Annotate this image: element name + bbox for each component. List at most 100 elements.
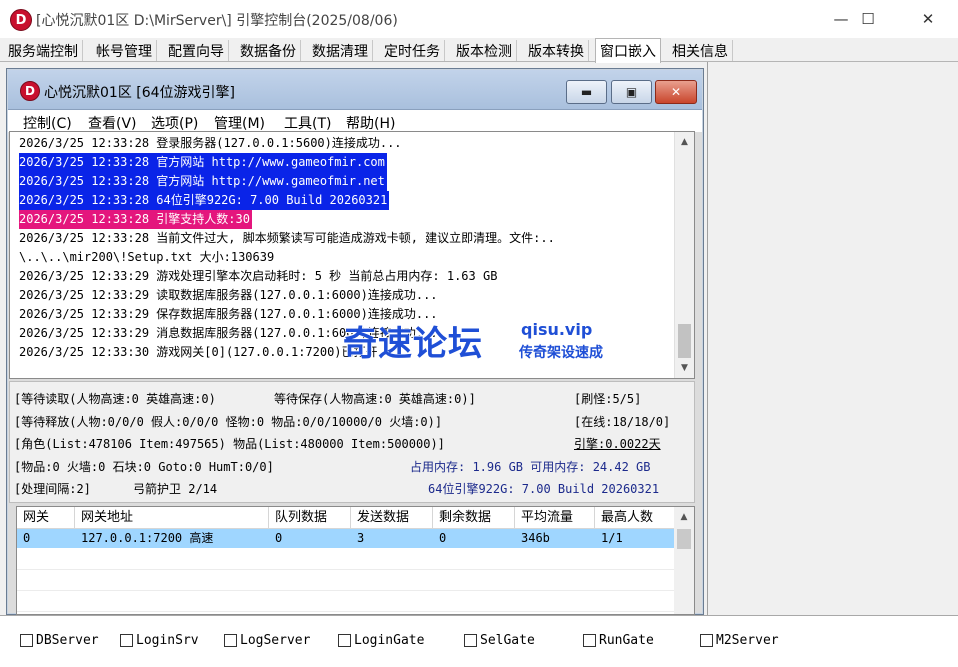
tab-window-embed[interactable]: 窗口嵌入: [595, 38, 661, 63]
status-engine-uptime[interactable]: 引擎:0.0022天: [574, 435, 661, 452]
table-header: 网关 网关地址 队列数据 发送数据 剩余数据 平均流量 最高人数: [17, 507, 677, 529]
status-release: [等待释放(人物:0/0/0 假人:0/0/0 怪物:0 物品:0/0/1000…: [14, 415, 443, 429]
checkbox-icon[interactable]: [20, 634, 33, 647]
log-line: 2026/3/25 12:33:28 引擎支持人数:30: [19, 210, 252, 229]
engine-maximize-button[interactable]: ▣: [611, 80, 652, 104]
tab-version-check[interactable]: 版本检测: [452, 40, 517, 61]
menu-tools[interactable]: 工具(T): [284, 113, 331, 133]
column-header[interactable]: 剩余数据: [433, 507, 515, 528]
minimize-icon: ▬: [580, 85, 593, 99]
log-scroll-thumb[interactable]: [678, 324, 691, 358]
status-interval: [处理间隔:2]: [14, 482, 91, 496]
status-refresh: [刷怪:5/5]: [574, 392, 642, 406]
checkbox-icon[interactable]: [224, 634, 237, 647]
log-line: 2026/3/25 12:33:28 官方网站 http://www.gameo…: [19, 153, 387, 172]
log-line: 2026/3/25 12:33:29 游戏处理引擎本次启动耗时: 5 秒 当前总…: [19, 269, 498, 283]
checkbox-label: LoginSrv: [136, 633, 199, 648]
status-panel: [等待读取(人物高速:0 英雄高速:0) 等待保存(人物高速:0 英雄高速:0)…: [9, 381, 695, 503]
status-role-list: [角色(List:478106 Item:497565) 物品(List:480…: [14, 437, 445, 451]
app-logo-icon: D: [10, 9, 32, 31]
engine-minimize-button[interactable]: ▬: [566, 80, 607, 104]
column-header[interactable]: 平均流量: [515, 507, 595, 528]
engine-logo-icon: D: [20, 81, 40, 101]
scroll-down-icon[interactable]: ▼: [675, 359, 694, 377]
log-line: \..\..\mir200\!Setup.txt 大小:130639: [19, 250, 275, 264]
window-title: [心悦沉默01区 D:\MirServer\] 引擎控制台(2025/08/06…: [36, 13, 398, 29]
engine-menu-bar: 控制(C) 查看(V) 选项(P) 管理(M) 工具(T) 帮助(H): [8, 110, 702, 132]
menu-control[interactable]: 控制(C): [23, 113, 72, 133]
table-gridline: [17, 590, 674, 591]
checkbox-label: LogServer: [240, 633, 311, 648]
title-bar: D [心悦沉默01区 D:\MirServer\] 引擎控制台(2025/08/…: [0, 0, 958, 38]
column-header[interactable]: 最高人数: [595, 507, 677, 528]
table-cell: 0: [275, 531, 283, 545]
column-header[interactable]: 网关: [17, 507, 75, 528]
rungate-checkbox[interactable]: RunGate: [583, 633, 654, 648]
loginsrv-checkbox[interactable]: LoginSrv: [120, 633, 199, 648]
scroll-up-icon[interactable]: ▲: [674, 509, 694, 525]
menu-view[interactable]: 查看(V): [88, 113, 137, 133]
checkbox-icon[interactable]: [583, 634, 596, 647]
menu-help[interactable]: 帮助(H): [346, 113, 395, 133]
log-line: 2026/3/25 12:33:28 登录服务器(127.0.0.1:5600)…: [19, 136, 402, 150]
scroll-up-icon[interactable]: ▲: [675, 133, 694, 151]
log-line: 2026/3/25 12:33:28 官方网站 http://www.gameo…: [19, 172, 387, 191]
table-cell: 346b: [521, 531, 550, 545]
column-header[interactable]: 发送数据: [351, 507, 433, 528]
log-line: 2026/3/25 12:33:28 64位引擎922G: 7.00 Build…: [19, 191, 390, 210]
gateway-table[interactable]: 网关 网关地址 队列数据 发送数据 剩余数据 平均流量 最高人数 0 127.0…: [16, 506, 695, 615]
checkbox-label: LoginGate: [354, 633, 425, 648]
menu-options[interactable]: 选项(P): [151, 113, 198, 133]
checkbox-label: DBServer: [36, 633, 99, 648]
selgate-checkbox[interactable]: SelGate: [464, 633, 535, 648]
table-row[interactable]: 0 127.0.0.1:7200 高速 0 3 0 346b 1/1: [17, 529, 674, 548]
service-bar: DBServer LoginSrv LogServer LoginGate Se…: [0, 615, 958, 667]
tab-related-info[interactable]: 相关信息: [668, 40, 733, 61]
column-header[interactable]: 队列数据: [269, 507, 351, 528]
status-wait-save: 等待保存(人物高速:0 英雄高速:0)]: [274, 392, 476, 406]
table-gridline: [17, 569, 674, 570]
table-gridline: [17, 611, 674, 612]
maximize-button[interactable]: ☐: [842, 0, 894, 38]
checkbox-icon[interactable]: [120, 634, 133, 647]
watermark-brand: 奇速论坛: [343, 324, 483, 364]
menu-manage[interactable]: 管理(M): [214, 113, 265, 133]
tab-bar: 服务端控制 帐号管理 配置向导 数据备份 数据清理 定时任务 版本检测 版本转换…: [0, 38, 958, 63]
log-scrollbar[interactable]: ▲ ▼: [674, 132, 694, 378]
tab-version-convert[interactable]: 版本转换: [524, 40, 589, 61]
tab-scheduled-tasks[interactable]: 定时任务: [380, 40, 445, 61]
column-header[interactable]: 网关地址: [75, 507, 269, 528]
maximize-icon: ▣: [625, 85, 638, 99]
tab-data-cleanup[interactable]: 数据清理: [308, 40, 373, 61]
status-items: [物品:0 火墙:0 石块:0 Goto:0 HumT:0/0]: [14, 460, 274, 474]
m2server-checkbox[interactable]: M2Server: [700, 633, 779, 648]
maximize-icon: ☐: [861, 10, 875, 28]
tab-config-wizard[interactable]: 配置向导: [164, 40, 229, 61]
table-cell: 1/1: [601, 531, 623, 545]
status-archer-guard: 弓箭护卫 2/14: [133, 482, 218, 496]
log-line: 2026/3/25 12:33:28 当前文件过大, 脚本频繁读写可能造成游戏卡…: [19, 231, 555, 245]
logingate-checkbox[interactable]: LoginGate: [338, 633, 424, 648]
tab-account-management[interactable]: 帐号管理: [92, 40, 157, 61]
status-online: [在线:18/18/0]: [574, 415, 671, 429]
checkbox-label: M2Server: [716, 633, 779, 648]
checkbox-icon[interactable]: [464, 634, 477, 647]
tab-data-backup[interactable]: 数据备份: [236, 40, 301, 61]
dbserver-checkbox[interactable]: DBServer: [20, 633, 99, 648]
table-cell: 0: [439, 531, 447, 545]
tab-server-control[interactable]: 服务端控制: [4, 40, 83, 61]
logserver-checkbox[interactable]: LogServer: [224, 633, 310, 648]
table-cell: 0: [23, 531, 31, 545]
table-scrollbar[interactable]: ▲: [674, 507, 694, 614]
checkbox-icon[interactable]: [700, 634, 713, 647]
close-button[interactable]: ✕: [902, 0, 954, 38]
close-icon: ✕: [921, 10, 935, 28]
watermark-logo: 奇速论坛 qisu.vip 传奇架设速成: [343, 316, 623, 366]
watermark-slogan: 传奇架设速成: [519, 345, 603, 361]
checkbox-icon[interactable]: [338, 634, 351, 647]
log-line: 2026/3/25 12:33:29 读取数据库服务器(127.0.0.1:60…: [19, 288, 438, 302]
checkbox-label: RunGate: [599, 633, 654, 648]
table-scroll-thumb[interactable]: [677, 529, 691, 549]
status-memory: 占用内存: 1.96 GB 可用内存: 24.42 GB: [410, 460, 651, 474]
engine-close-button[interactable]: ✕: [655, 80, 697, 104]
